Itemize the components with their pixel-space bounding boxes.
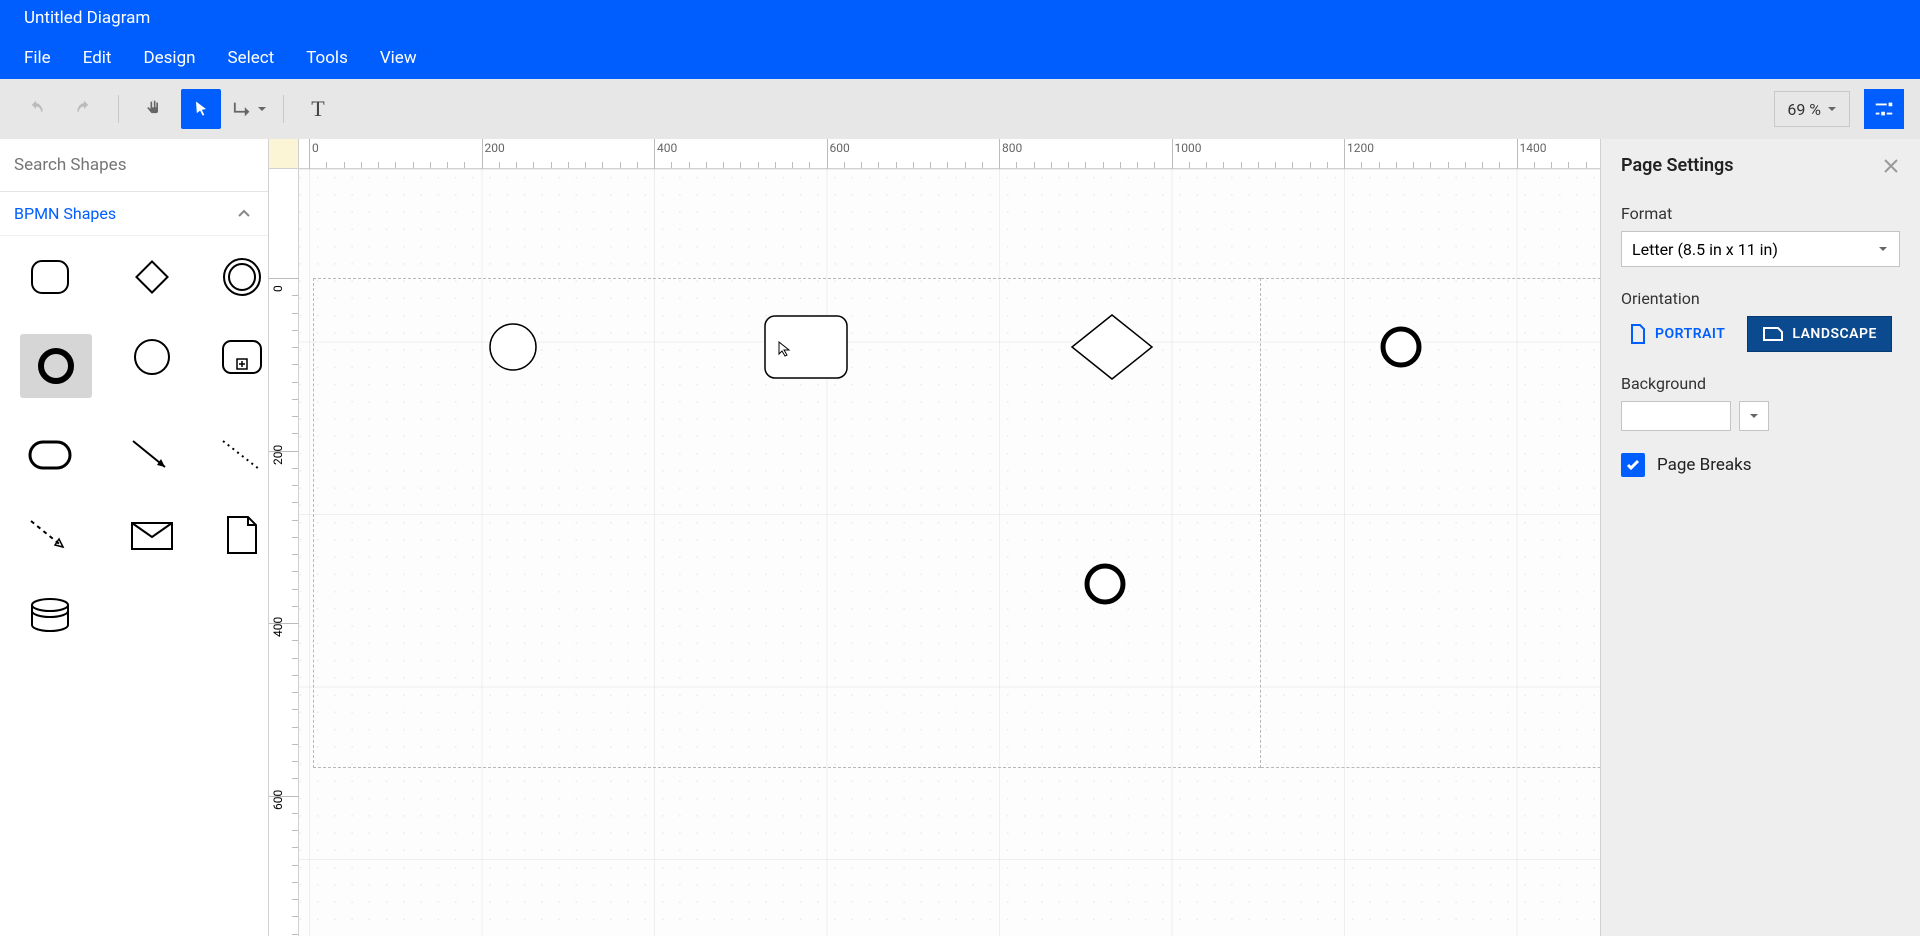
- check-icon: [1625, 457, 1641, 473]
- close-icon: [1882, 157, 1900, 175]
- background-color-picker-button[interactable]: [1739, 401, 1769, 431]
- menu-view[interactable]: View: [380, 48, 417, 68]
- text-tool-button[interactable]: T: [298, 89, 338, 129]
- ruler-tick-label: 200: [485, 141, 505, 155]
- orientation-landscape-button[interactable]: LANDSCAPE: [1747, 316, 1892, 352]
- ruler-tick-label: 800: [1002, 141, 1022, 155]
- shape-arrow-dotted[interactable]: [212, 432, 272, 478]
- chevron-down-icon: [1748, 410, 1760, 422]
- menu-edit[interactable]: Edit: [83, 48, 112, 68]
- canvas[interactable]: [299, 169, 1600, 936]
- page-settings-panel: Page Settings Format Letter (8.5 in x 11…: [1600, 139, 1920, 936]
- chevron-down-icon: [257, 104, 267, 114]
- search-shapes-input[interactable]: [14, 155, 254, 175]
- format-value: Letter (8.5 in x 11 in): [1632, 240, 1778, 259]
- category-label: BPMN Shapes: [14, 204, 116, 223]
- shape-rounded-rectangle[interactable]: [20, 254, 80, 300]
- canvas-node-circle[interactable]: [488, 322, 538, 372]
- canvas-area: 0 200 400 600 800 1000 1200 1400 0 200 400 600: [269, 139, 1600, 936]
- zoom-selector[interactable]: 69 %: [1774, 91, 1850, 127]
- menu-design[interactable]: Design: [143, 48, 195, 68]
- menu-bar: File Edit Design Select Tools View: [0, 36, 1920, 79]
- page-breaks-checkbox[interactable]: [1621, 453, 1645, 477]
- landscape-label: LANDSCAPE: [1792, 326, 1877, 342]
- zoom-value: 69 %: [1787, 100, 1821, 119]
- ruler-horizontal[interactable]: 0 200 400 600 800 1000 1200 1400: [299, 139, 1600, 169]
- sliders-icon: [1873, 98, 1895, 120]
- chevron-down-icon: [1877, 243, 1889, 255]
- toolbar: T 69 %: [0, 79, 1920, 139]
- cursor-icon: [777, 340, 793, 358]
- hand-icon: [143, 99, 163, 119]
- shape-sub-process[interactable]: [212, 334, 272, 380]
- ruler-tick-label: 1000: [1175, 141, 1202, 155]
- shape-page[interactable]: [212, 512, 272, 558]
- canvas-node-thick-circle[interactable]: [1379, 325, 1423, 369]
- canvas-node-rounded-rect[interactable]: [763, 314, 849, 380]
- undo-icon: [26, 99, 46, 119]
- format-select[interactable]: Letter (8.5 in x 11 in): [1621, 231, 1900, 267]
- ruler-tick-label: 1400: [1520, 141, 1547, 155]
- shape-datastore[interactable]: [20, 592, 80, 638]
- page-portrait-icon: [1629, 323, 1647, 345]
- shape-arrow-solid[interactable]: [122, 432, 182, 478]
- settings-toggle-button[interactable]: [1864, 89, 1904, 129]
- close-panel-button[interactable]: [1882, 157, 1900, 175]
- pan-tool-button[interactable]: [133, 89, 173, 129]
- canvas-node-thick-circle[interactable]: [1083, 562, 1127, 606]
- shape-diamond[interactable]: [122, 254, 182, 300]
- ruler-corner: [269, 139, 299, 169]
- menu-file[interactable]: File: [24, 48, 51, 68]
- pointer-icon: [191, 99, 211, 119]
- canvas-node-diamond[interactable]: [1069, 312, 1155, 382]
- shape-envelope[interactable]: [122, 512, 182, 558]
- shape-terminator[interactable]: [20, 432, 80, 478]
- toolbar-separator: [118, 95, 119, 123]
- shape-thick-circle[interactable]: [20, 334, 92, 398]
- redo-icon: [74, 99, 94, 119]
- ruler-tick-label: 600: [830, 141, 850, 155]
- shape-double-circle[interactable]: [212, 254, 272, 300]
- menu-select[interactable]: Select: [228, 48, 275, 68]
- format-label: Format: [1621, 204, 1900, 223]
- ruler-tick-label: 200: [271, 444, 285, 464]
- page-breaks-label: Page Breaks: [1657, 455, 1752, 475]
- app-header: Untitled Diagram File Edit Design Select…: [0, 0, 1920, 79]
- shapes-panel: BPMN Shapes: [0, 139, 269, 936]
- connector-icon: [231, 99, 255, 119]
- ruler-tick-label: 400: [271, 617, 285, 637]
- toolbar-separator: [283, 95, 284, 123]
- shape-circle[interactable]: [122, 334, 182, 380]
- ruler-vertical[interactable]: 0 200 400 600: [269, 169, 299, 936]
- chevron-down-icon: [1827, 104, 1837, 114]
- background-color-swatch[interactable]: [1621, 401, 1731, 431]
- orientation-portrait-button[interactable]: PORTRAIT: [1621, 316, 1733, 352]
- text-icon: T: [311, 96, 324, 122]
- document-title[interactable]: Untitled Diagram: [24, 8, 150, 28]
- panel-title: Page Settings: [1621, 155, 1734, 176]
- ruler-tick-label: 1200: [1347, 141, 1374, 155]
- ruler-tick-label: 400: [657, 141, 677, 155]
- ruler-tick-label: 600: [271, 789, 285, 809]
- ruler-tick-label: 0: [312, 141, 319, 155]
- redo-button[interactable]: [64, 89, 104, 129]
- orientation-label: Orientation: [1621, 289, 1900, 308]
- shape-arrow-dashed[interactable]: [20, 512, 80, 558]
- shapes-category-header[interactable]: BPMN Shapes: [0, 192, 268, 236]
- undo-button[interactable]: [16, 89, 56, 129]
- ruler-tick-label: 0: [271, 285, 285, 292]
- background-label: Background: [1621, 374, 1900, 393]
- connector-tool-button[interactable]: [229, 89, 269, 129]
- page-break-outline: [1261, 278, 1600, 768]
- shapes-grid: [0, 236, 268, 656]
- menu-tools[interactable]: Tools: [306, 48, 348, 68]
- chevron-up-icon: [236, 206, 252, 222]
- pointer-tool-button[interactable]: [181, 89, 221, 129]
- page-landscape-icon: [1762, 325, 1784, 343]
- portrait-label: PORTRAIT: [1655, 326, 1725, 342]
